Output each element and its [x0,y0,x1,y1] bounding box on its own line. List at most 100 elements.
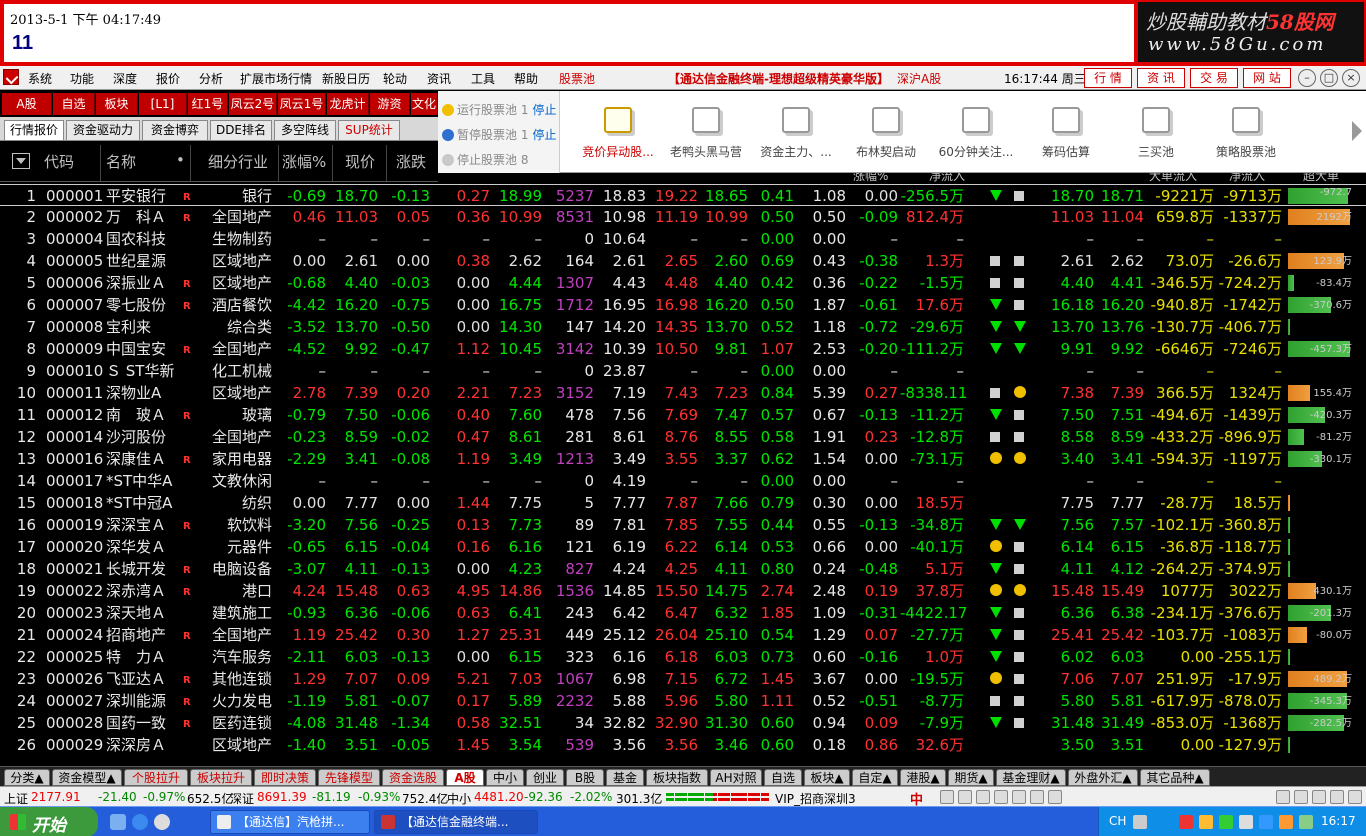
table-row[interactable]: 5 000006 深振业Ａ 区域地产 -0.68 4.40 -0.03 0.00 4.44 130… [0,272,1366,294]
tab-long-short[interactable]: 多空阵线 [274,120,336,140]
bottom-tab[interactable]: 先锋模型 [318,769,380,786]
tool-icon[interactable] [1312,790,1326,804]
bottom-tab[interactable]: 板块▲ [804,769,850,786]
table-row[interactable]: 6 000007 零七股份 酒店餐饮 -4.42 16.20 -0.75 0.00 16.75 1… [0,294,1366,316]
table-row[interactable]: 8 000009 中国宝安 全国地产 -4.52 9.92 -0.47 1.12 10.45 31… [0,338,1366,360]
cat-culture[interactable]: 文化 [411,93,438,115]
menu-extended-market[interactable]: 扩展市场行情 [240,70,312,87]
pool-item-third-buy[interactable]: 三买池 [1112,91,1200,173]
language-indicator[interactable]: CH [1109,814,1126,828]
table-row[interactable]: 18 000021 长城开发 电脑设备 -3.07 4.11 -0.13 0.00 4.23 82… [0,558,1366,580]
moon-icon[interactable] [940,790,954,804]
cat-l1l2[interactable]: [L1][L2] [139,93,187,133]
bottom-tab[interactable]: 期货▲ [948,769,994,786]
bottom-tab[interactable]: 基金理财▲ [996,769,1066,786]
nav-quotes-button[interactable]: 行 情 [1084,68,1132,88]
col-code[interactable]: 代码 [44,151,74,172]
bottom-tab[interactable]: 板块拉升 [190,769,252,786]
menu-stock-pool[interactable]: 股票池 [559,70,595,87]
tab-quotes[interactable]: 行情报价 [4,120,64,140]
pool-status-stopped[interactable]: 停止股票池 8 [442,151,528,168]
bottom-tab[interactable]: A股 [446,769,484,786]
table-row[interactable]: 19 000022 深赤湾Ａ 港口 4.24 15.48 0.63 4.95 14.86 1536… [0,580,1366,602]
network-icon[interactable] [1199,815,1213,829]
antivirus-icon[interactable] [1179,815,1193,829]
cat-red1[interactable]: 红1号 [188,93,228,115]
bottom-tab[interactable]: 即时决策 [254,769,316,786]
table-row[interactable]: 25 000028 国药一致 医药连锁 -4.08 31.48 -1.34 0.58 32.51… [0,712,1366,734]
bottom-tab[interactable]: B股 [566,769,604,786]
bottom-tab[interactable]: 基金 [606,769,644,786]
table-row[interactable]: 1 000001 平安银行 银行 -0.69 18.70 -0.13 0.27 18.99 523… [0,184,1366,206]
pool-item-60min[interactable]: 60分钟关注... [932,91,1020,173]
nav-trade-button[interactable]: 交 易 [1190,68,1238,88]
index-sme-value[interactable]: 4481.20 [474,790,524,804]
bottom-tab[interactable]: 资金选股 [382,769,444,786]
menu-ipo-calendar[interactable]: 新股日历 [322,70,370,87]
keyboard-icon[interactable] [994,790,1008,804]
site-logo[interactable]: 炒股輔助教材58股网 www.58Gu.com [1138,2,1364,62]
table-row[interactable]: 23 000026 飞亚达Ａ 其他连锁 1.29 7.07 0.09 5.21 7.03 1067… [0,668,1366,690]
bottom-tab[interactable]: 板块指数 [646,769,708,786]
scroll-right-icon[interactable] [1352,121,1362,141]
table-row[interactable]: 4 000005 世纪星源 区域地产 0.00 2.61 0.00 0.38 2.62 164 2.… [0,250,1366,272]
table-row[interactable]: 10 000011 深物业A 区域地产 2.78 7.39 0.20 2.21 7.23 3152… [0,382,1366,404]
menu-quote[interactable]: 报价 [156,70,180,87]
table-row[interactable]: 17 000020 深华发Ａ 元器件 -0.65 6.15 -0.04 0.16 6.16 121… [0,536,1366,558]
help-tray-icon[interactable] [1133,815,1147,829]
mic-icon[interactable] [976,790,990,804]
punctuation-icon[interactable] [958,790,972,804]
menu-function[interactable]: 功能 [70,70,94,87]
col-change-pct[interactable]: 涨幅% [282,151,326,172]
pool-item-strategy[interactable]: 策略股票池 [1202,91,1290,173]
table-row[interactable]: 2 000002 万 科Ａ 全国地产 0.46 11.03 0.05 0.36 10.99 853… [0,206,1366,228]
col-price[interactable]: 现价 [345,151,375,172]
bottom-tab[interactable]: 个股拉升 [124,769,188,786]
table-row[interactable]: 12 000014 沙河股份 全国地产 -0.23 8.59 -0.02 0.47 8.61 28… [0,426,1366,448]
help-icon[interactable] [1330,790,1344,804]
table-row[interactable]: 11 000012 南 玻Ａ 玻璃 -0.79 7.50 -0.06 0.40 7.60 478 7… [0,404,1366,426]
tab-fund-drive[interactable]: 资金驱动力 [66,120,140,140]
menu-tools[interactable]: 工具 [471,70,495,87]
col-change[interactable]: 涨跌 [396,151,426,172]
pool-item-bollinger[interactable]: 布林契启动 [842,91,930,173]
messenger-icon[interactable] [1279,815,1293,829]
bottom-tab[interactable]: 创业 [526,769,564,786]
bottom-tab[interactable]: 自选 [764,769,802,786]
bottom-tab[interactable]: 其它品种▲ [1140,769,1210,786]
table-row[interactable]: 7 000008 宝利来 综合类 -3.52 13.70 -0.50 0.00 14.30 147… [0,316,1366,338]
table-row[interactable]: 21 000024 招商地产 全国地产 1.19 25.42 0.30 1.27 25.31 44… [0,624,1366,646]
close-small-icon[interactable] [1348,790,1362,804]
tab-sup-stats[interactable]: SUP统计 [338,120,400,140]
index-sz-value[interactable]: 8691.39 [257,790,307,804]
bottom-tab[interactable]: 分类▲ [4,769,50,786]
menu-news[interactable]: 资讯 [427,70,451,87]
volume-icon[interactable] [1239,815,1253,829]
minimize-button[interactable]: – [1298,69,1316,87]
table-row[interactable]: 14 000017 *ST中华A 文教休闲 – – – – –0 4.19– –0.00 0.00– –… [0,470,1366,492]
app-icon[interactable] [3,69,19,85]
restore-button[interactable]: □ [1320,69,1338,87]
show-desktop-icon[interactable] [110,814,126,830]
server-label[interactable]: VIP_招商深圳3 [775,790,856,807]
cat-longhu[interactable]: 龙虎计 [327,93,369,115]
media-icon[interactable] [154,814,170,830]
menu-help[interactable]: 帮助 [514,70,538,87]
cat-sectors[interactable]: 板块 [96,93,138,115]
bottom-tab[interactable]: 港股▲ [900,769,946,786]
bottom-tab[interactable]: AH对照 [710,769,762,786]
table-row[interactable]: 20 000023 深天地Ａ 建筑施工 -0.93 6.36 -0.06 0.63 6.41 24… [0,602,1366,624]
pool-item-auction[interactable]: 竞价异动股... [574,91,662,173]
menu-rotation[interactable]: 轮动 [383,70,407,87]
bell-icon[interactable] [1294,790,1308,804]
cat-fengyun1[interactable]: 凤云1号 [278,93,326,115]
close-button[interactable]: × [1342,69,1360,87]
cat-a-shares[interactable]: A股 [2,93,52,115]
table-row[interactable]: 16 000019 深深宝Ａ 软饮料 -3.20 7.56 -0.25 0.13 7.73 89 7… [0,514,1366,536]
sort-menu-icon[interactable] [12,153,30,169]
nav-website-button[interactable]: 网 站 [1243,68,1291,88]
menu-depth[interactable]: 深度 [113,70,137,87]
shirt-icon[interactable] [1030,790,1044,804]
cat-fengyun2[interactable]: 凤云2号 [229,93,277,115]
wrench-icon[interactable] [1048,790,1062,804]
